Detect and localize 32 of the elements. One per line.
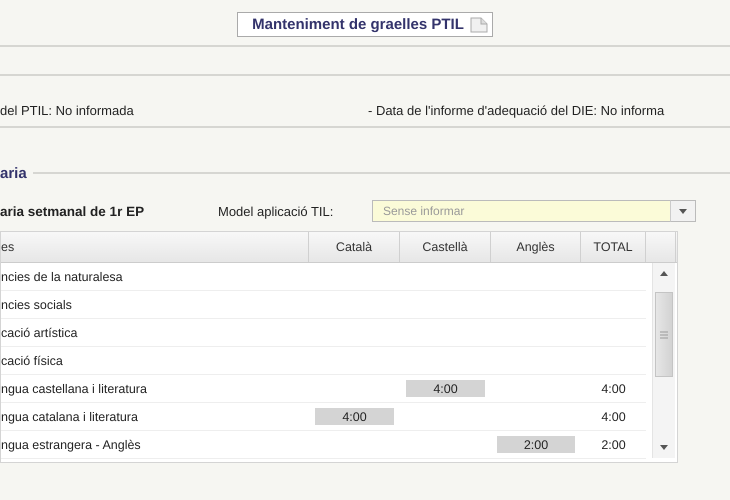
subject-cell-text: ngua castellana i literatura [1,382,148,396]
subject-cell-text: ngua catalana i literatura [1,410,139,424]
page-title: Manteniment de graelles PTIL [252,16,464,33]
scroll-thumb[interactable] [655,292,673,377]
subject-cell-text: ncies socials [1,298,73,312]
section-legend: aria [0,164,27,182]
total-cell-text: 4:00 [600,382,627,396]
column-header[interactable]: TOTAL [581,232,646,262]
total-cell-text: 4:00 [600,410,627,424]
column-header[interactable]: Català [309,232,400,262]
model-select[interactable]: Sense informar [372,200,670,222]
hours-cell[interactable]: 2:00 [497,436,575,453]
scroll-up-icon[interactable] [660,271,668,276]
caret-icon [679,208,687,214]
subject-cell-text: ngua estrangera - Anglès [1,438,142,452]
hours-cell[interactable]: 4:00 [406,380,485,397]
grid-title: aria setmanal de 1r EP [0,204,146,218]
column-header[interactable]: Castellà [400,232,491,262]
subject-cell-text: cació física [1,354,64,368]
page-fold-icon [470,16,488,32]
subject-cell-text: cació artística [1,326,78,340]
column-header[interactable]: es [1,232,309,262]
die-report-date-text: - Data de l'informe d'adequació del DIE: No informa [368,102,664,118]
model-label: Model aplicació TIL: [218,204,334,218]
subject-cell-text: ncies de la naturalesa [1,270,124,284]
hours-cell[interactable]: 4:00 [315,408,394,425]
dropdown-button[interactable] [670,200,696,222]
ptil-date-text: del PTIL: No informada [0,102,135,118]
column-header[interactable]: Anglès [491,232,581,262]
total-cell-text: 2:00 [600,438,627,452]
scrollbar[interactable] [652,263,675,458]
scroll-down-icon[interactable] [660,445,668,450]
